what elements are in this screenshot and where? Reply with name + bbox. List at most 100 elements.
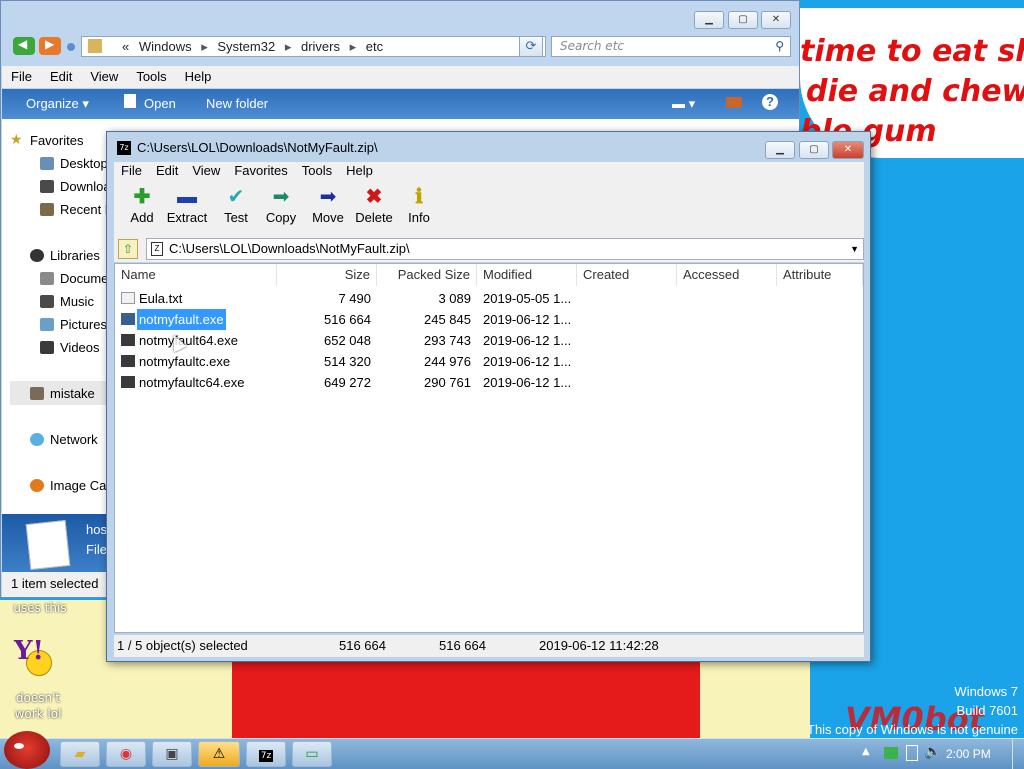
volume-icon[interactable]: 🔈 [924,744,941,760]
breadcrumb-prefix: « [122,39,130,54]
pictures-icon [40,318,54,331]
column-name[interactable]: Name [115,264,277,286]
menu-help[interactable]: Help [176,66,221,87]
test-button[interactable]: ✔ Test [212,184,260,234]
help-icon[interactable]: ? [762,94,778,110]
file-name: notmyfault.exe [137,309,226,330]
taskbar-explorer[interactable]: ▰ [60,741,100,767]
copy-button[interactable]: ➡ Copy [257,184,305,234]
taskbar-battery[interactable]: ▭ [292,741,332,767]
nav-downloads[interactable]: Downloa [40,179,111,194]
column-accessed[interactable]: Accessed [677,264,777,286]
extract-button[interactable]: ▬ Extract [160,184,214,234]
exe-file-icon [121,313,135,325]
column-attributes[interactable]: Attribute [777,264,863,286]
show-desktop-button[interactable] [1012,739,1024,769]
desktop-icon-yahoo[interactable]: Y! [14,636,60,682]
nav-videos[interactable]: Videos [40,340,100,355]
tray-flag-icon[interactable] [906,745,918,761]
menu-edit[interactable]: Edit [41,66,81,87]
taskbar-warning[interactable]: ⚠ [198,741,240,767]
menu-favorites[interactable]: Favorites [227,162,294,179]
move-icon: ➡ [319,186,337,208]
nav-image-catalog[interactable]: Image Cat [30,478,110,493]
menu-tools[interactable]: Tools [295,162,339,179]
breadcrumb-sep-icon: ▸ [201,39,208,54]
breadcrumb-system32[interactable]: System32 [211,39,281,54]
nav-libraries[interactable]: Libraries [30,248,100,263]
taskbar-7zip[interactable]: 7z [246,741,286,767]
network-icon: ▣ [165,746,179,762]
close-button[interactable]: ✕ [761,11,791,29]
menu-file[interactable]: File [2,66,41,87]
add-button[interactable]: ✚ Add [118,184,166,234]
breadcrumb-windows[interactable]: Windows [133,39,198,54]
file-row[interactable]: notmyfaultc64.exe 649 272 290 761 2019-0… [115,372,863,393]
delete-button[interactable]: ✖ Delete [350,184,398,234]
column-size[interactable]: Size [277,264,377,286]
organize-button[interactable]: Organize ▾ [26,96,89,112]
column-packed-size[interactable]: Packed Size [377,264,477,286]
nav-mistake[interactable]: mistake [30,386,95,401]
menu-view[interactable]: View [81,66,127,87]
forward-arrow-icon: ▶ [45,37,55,51]
nav-network[interactable]: Network [30,432,98,447]
minimize-button[interactable]: ▁ [765,141,795,159]
column-created[interactable]: Created [577,264,677,286]
search-icon[interactable]: ⚲ [775,37,784,56]
nav-favorites[interactable]: ★ Favorites [10,131,83,148]
tray-network-icon[interactable] [884,747,898,759]
desktop-icon-label: doesn't work lol [14,691,62,721]
nav-documents[interactable]: Docume [40,271,108,286]
views-icon[interactable]: ▬ ▾ [672,96,695,112]
taskbar-network[interactable]: ▣ [152,741,192,767]
forward-button[interactable]: ▶ [39,37,61,55]
move-button[interactable]: ➡ Move [304,184,352,234]
file-size: 516 664 [324,312,371,327]
new-folder-button[interactable]: New folder [206,96,268,111]
open-button[interactable]: Open [144,96,176,111]
watermark-genuine: This copy of Windows is not genuine [807,722,1018,737]
breadcrumb-drivers[interactable]: drivers [295,39,346,54]
back-button[interactable]: ◀ [13,37,35,55]
star-icon: ★ [10,131,23,147]
minimize-button[interactable]: ▁ [694,11,724,29]
menu-view[interactable]: View [185,162,227,179]
file-row[interactable]: Eula.txt 7 490 3 089 2019-05-05 1... [115,288,863,309]
menu-tools[interactable]: Tools [127,66,175,87]
address-bar[interactable]: « Windows ▸ System32 ▸ drivers ▸ etc ▼ [81,36,546,57]
search-input[interactable]: Search etc ⚲ [551,36,791,57]
music-icon [40,295,54,308]
close-button[interactable]: ✕ [832,141,864,159]
test-icon: ✔ [227,186,245,208]
nav-music[interactable]: Music [40,294,94,309]
column-modified[interactable]: Modified [477,264,577,286]
maximize-button[interactable]: ▢ [799,141,829,159]
maximize-button[interactable]: ▢ [728,11,758,29]
menu-help[interactable]: Help [339,162,380,179]
start-button[interactable] [4,731,50,769]
preview-pane-icon[interactable] [726,97,742,108]
up-folder-button[interactable]: ⇧ [118,239,138,259]
breadcrumb-sep-icon: ▸ [284,39,292,54]
taskbar-chrome[interactable]: ◉ [106,741,146,767]
file-packed-size: 293 743 [424,333,471,348]
nav-desktop[interactable]: Desktop [40,156,108,171]
file-row[interactable]: notmyfault64.exe 652 048 293 743 2019-06… [115,330,863,351]
show-hidden-icons-icon[interactable]: ▲ [862,746,870,757]
info-icon: ℹ [415,186,423,208]
refresh-button[interactable]: ⟳ [519,36,543,57]
7zip-address-input[interactable]: Z C:\Users\LOL\Downloads\NotMyFault.zip\… [146,238,864,260]
file-row-selected[interactable]: notmyfault.exe 516 664 245 845 2019-06-1… [115,309,863,330]
breadcrumb-etc[interactable]: etc [360,39,389,54]
dropdown-icon[interactable]: ▼ [850,239,859,259]
nav-pictures[interactable]: Pictures [40,317,107,332]
menu-file[interactable]: File [114,162,149,179]
info-button[interactable]: ℹ Info [395,184,443,234]
file-row[interactable]: notmyfaultc.exe 514 320 244 976 2019-06-… [115,351,863,372]
menu-edit[interactable]: Edit [149,162,185,179]
recent-pages-icon[interactable] [67,43,75,51]
documents-icon [40,272,54,285]
clock[interactable]: 2:00 PM [946,747,991,761]
add-icon: ✚ [133,186,151,208]
